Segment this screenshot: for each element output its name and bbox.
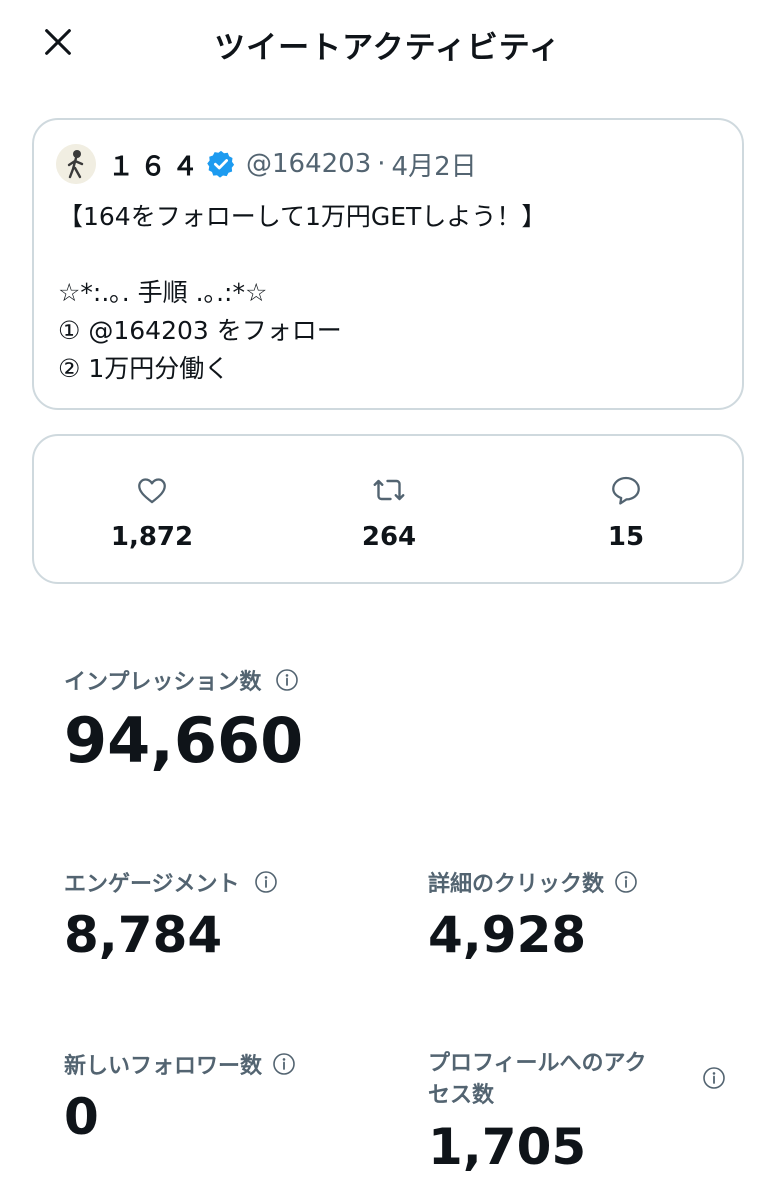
profile-visits-label-2: セス数 xyxy=(428,1080,728,1112)
info-icon[interactable] xyxy=(254,870,278,894)
display-name[interactable]: １６４ xyxy=(108,146,204,183)
replies-stat: 15 xyxy=(546,472,706,552)
profile-visits-label-line1: プロフィールへのアク xyxy=(428,1051,647,1076)
tweet-activity-page: ツイートアクティビティ １６４ @164203 · 4月2日 【164をフォロー… xyxy=(0,0,775,1200)
engagements-metric: エンゲージメント 8,784 xyxy=(64,866,278,964)
impressions-label: インプレッション数 xyxy=(64,670,262,695)
engagements-label: エンゲージメント xyxy=(64,872,240,897)
detail-clicks-value: 4,928 xyxy=(428,906,587,964)
avatar[interactable] xyxy=(56,144,96,184)
profile-visits-metric: プロフィールへのアク セス数 1,705 xyxy=(428,1048,728,1176)
tweet-line: 【164をフォローして1万円GETしよう！】 xyxy=(58,202,547,231)
retweets-stat: 264 xyxy=(309,472,469,552)
retweet-icon[interactable] xyxy=(309,472,469,508)
tweet-line: ☆*:.｡. 手順 .｡.:*☆ xyxy=(58,278,268,307)
retweets-count: 264 xyxy=(361,522,417,552)
info-icon[interactable] xyxy=(614,870,638,894)
profile-visits-label: プロフィールへのアク xyxy=(428,1048,728,1080)
handle[interactable]: @164203 xyxy=(246,149,371,179)
tweet-text: 【164をフォローして1万円GETしよう！】 ☆*:.｡. 手順 .｡.:*☆ … xyxy=(58,198,722,388)
profile-visits-label-line2: セス数 xyxy=(428,1083,495,1108)
engagements-label-row: エンゲージメント xyxy=(64,866,278,898)
tweet-meta: @164203 · 4月2日 xyxy=(246,146,477,183)
new-followers-label: 新しいフォロワー数 xyxy=(64,1054,263,1079)
profile-visits-value: 1,705 xyxy=(428,1118,587,1176)
tweet-header: １６４ @164203 · 4月2日 xyxy=(56,144,477,184)
impressions-value: 94,660 xyxy=(64,704,304,777)
impressions-metric: インプレッション数 94,660 xyxy=(64,664,303,777)
new-followers-label-row: 新しいフォロワー数 xyxy=(64,1048,296,1080)
likes-stat: 1,872 xyxy=(72,472,232,552)
tweet-date[interactable]: 4月2日 xyxy=(392,146,477,183)
info-icon[interactable] xyxy=(272,1052,296,1076)
tweet-line: ① @164203 をフォロー xyxy=(58,316,342,345)
replies-count: 15 xyxy=(607,522,645,552)
verified-badge-icon xyxy=(206,149,236,179)
detail-clicks-label-row: 詳細のクリック数 xyxy=(428,866,638,898)
detail-clicks-metric: 詳細のクリック数 4,928 xyxy=(428,866,638,964)
new-followers-metric: 新しいフォロワー数 0 xyxy=(64,1048,296,1146)
info-icon[interactable] xyxy=(275,668,299,692)
heart-icon[interactable] xyxy=(72,472,232,508)
engagement-card: 1,872 264 15 xyxy=(32,434,744,584)
header: ツイートアクティビティ xyxy=(0,0,775,90)
likes-count: 1,872 xyxy=(110,522,194,552)
new-followers-value: 0 xyxy=(64,1088,99,1146)
detail-clicks-label: 詳細のクリック数 xyxy=(428,872,605,897)
engagements-value: 8,784 xyxy=(64,906,223,964)
tweet-line xyxy=(58,236,722,274)
info-icon[interactable] xyxy=(702,1066,726,1090)
profile-visits-label-row: プロフィールへのアク セス数 xyxy=(428,1048,728,1112)
tweet-line: ② 1万円分働く xyxy=(58,354,230,383)
separator: · xyxy=(377,149,386,179)
page-title: ツイートアクティビティ xyxy=(214,30,561,66)
reply-bubble-icon[interactable] xyxy=(546,472,706,508)
impressions-label-row: インプレッション数 xyxy=(64,664,303,696)
tweet-card[interactable]: １６４ @164203 · 4月2日 【164をフォローして1万円GETしよう！… xyxy=(32,118,744,410)
